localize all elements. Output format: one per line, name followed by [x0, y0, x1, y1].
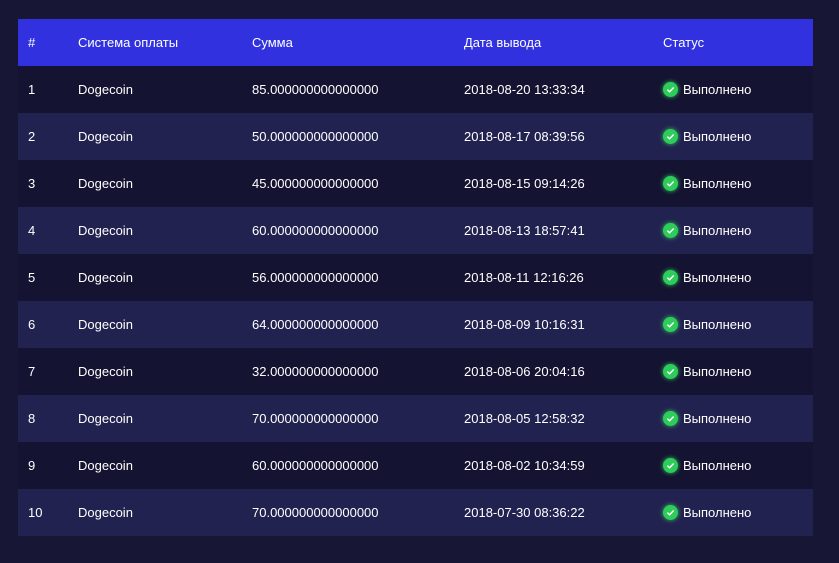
table-row: 2 Dogecoin 50.000000000000000 2018-08-17… — [18, 113, 813, 160]
withdraw-date: 2018-08-09 10:16:31 — [464, 301, 663, 348]
withdraw-date: 2018-08-11 12:16:26 — [464, 254, 663, 301]
table-row: 4 Dogecoin 60.000000000000000 2018-08-13… — [18, 207, 813, 254]
status-text: Выполнено — [683, 129, 752, 144]
amount: 32.000000000000000 — [252, 348, 464, 395]
withdraw-date: 2018-08-05 12:58:32 — [464, 395, 663, 442]
withdraw-date: 2018-08-17 08:39:56 — [464, 113, 663, 160]
check-circle-icon — [663, 317, 678, 332]
table-row: 9 Dogecoin 60.000000000000000 2018-08-02… — [18, 442, 813, 489]
check-circle-icon — [663, 411, 678, 426]
col-amount: Сумма — [252, 19, 464, 66]
amount: 70.000000000000000 — [252, 395, 464, 442]
check-circle-icon — [663, 458, 678, 473]
status-cell: Выполнено — [663, 160, 813, 207]
table-row: 3 Dogecoin 45.000000000000000 2018-08-15… — [18, 160, 813, 207]
withdraw-date: 2018-08-15 09:14:26 — [464, 160, 663, 207]
row-number: 7 — [18, 348, 78, 395]
col-number: # — [18, 19, 78, 66]
status-cell: Выполнено — [663, 442, 813, 489]
withdraw-date: 2018-08-06 20:04:16 — [464, 348, 663, 395]
status-cell: Выполнено — [663, 395, 813, 442]
payment-system: Dogecoin — [78, 442, 252, 489]
status-text: Выполнено — [683, 411, 752, 426]
table-row: 10 Dogecoin 70.000000000000000 2018-07-3… — [18, 489, 813, 536]
status-text: Выполнено — [683, 82, 752, 97]
status-cell: Выполнено — [663, 254, 813, 301]
check-circle-icon — [663, 129, 678, 144]
status-badge: Выполнено — [663, 270, 751, 285]
status-badge: Выполнено — [663, 505, 751, 520]
amount: 70.000000000000000 — [252, 489, 464, 536]
status-text: Выполнено — [683, 505, 752, 520]
table-row: 1 Dogecoin 85.000000000000000 2018-08-20… — [18, 66, 813, 113]
check-circle-icon — [663, 505, 678, 520]
check-circle-icon — [663, 270, 678, 285]
col-date: Дата вывода — [464, 19, 663, 66]
payment-system: Dogecoin — [78, 207, 252, 254]
row-number: 2 — [18, 113, 78, 160]
status-text: Выполнено — [683, 364, 752, 379]
check-circle-icon — [663, 176, 678, 191]
status-cell: Выполнено — [663, 348, 813, 395]
table-row: 6 Dogecoin 64.000000000000000 2018-08-09… — [18, 301, 813, 348]
status-badge: Выполнено — [663, 129, 751, 144]
payment-system: Dogecoin — [78, 348, 252, 395]
check-circle-icon — [663, 223, 678, 238]
amount: 85.000000000000000 — [252, 66, 464, 113]
status-badge: Выполнено — [663, 364, 751, 379]
status-cell: Выполнено — [663, 66, 813, 113]
col-status: Статус — [663, 19, 813, 66]
withdrawals-table: # Система оплаты Сумма Дата вывода Стату… — [18, 19, 813, 536]
row-number: 9 — [18, 442, 78, 489]
withdraw-date: 2018-08-20 13:33:34 — [464, 66, 663, 113]
withdraw-date: 2018-07-30 08:36:22 — [464, 489, 663, 536]
status-text: Выполнено — [683, 270, 752, 285]
col-system: Система оплаты — [78, 19, 252, 66]
status-badge: Выполнено — [663, 458, 751, 473]
table-row: 8 Dogecoin 70.000000000000000 2018-08-05… — [18, 395, 813, 442]
row-number: 5 — [18, 254, 78, 301]
status-badge: Выполнено — [663, 223, 751, 238]
amount: 64.000000000000000 — [252, 301, 464, 348]
payment-system: Dogecoin — [78, 301, 252, 348]
status-badge: Выполнено — [663, 317, 751, 332]
status-badge: Выполнено — [663, 82, 751, 97]
payment-system: Dogecoin — [78, 489, 252, 536]
table-header: # Система оплаты Сумма Дата вывода Стату… — [18, 19, 813, 66]
row-number: 6 — [18, 301, 78, 348]
amount: 50.000000000000000 — [252, 113, 464, 160]
status-text: Выполнено — [683, 317, 752, 332]
amount: 60.000000000000000 — [252, 207, 464, 254]
amount: 60.000000000000000 — [252, 442, 464, 489]
status-cell: Выполнено — [663, 113, 813, 160]
row-number: 1 — [18, 66, 78, 113]
check-circle-icon — [663, 82, 678, 97]
amount: 45.000000000000000 — [252, 160, 464, 207]
payment-system: Dogecoin — [78, 395, 252, 442]
payment-system: Dogecoin — [78, 66, 252, 113]
status-badge: Выполнено — [663, 176, 751, 191]
payment-system: Dogecoin — [78, 160, 252, 207]
row-number: 8 — [18, 395, 78, 442]
check-circle-icon — [663, 364, 678, 379]
status-text: Выполнено — [683, 223, 752, 238]
table-row: 7 Dogecoin 32.000000000000000 2018-08-06… — [18, 348, 813, 395]
status-badge: Выполнено — [663, 411, 751, 426]
status-cell: Выполнено — [663, 489, 813, 536]
status-text: Выполнено — [683, 458, 752, 473]
payment-system: Dogecoin — [78, 113, 252, 160]
table-row: 5 Dogecoin 56.000000000000000 2018-08-11… — [18, 254, 813, 301]
row-number: 4 — [18, 207, 78, 254]
withdraw-date: 2018-08-13 18:57:41 — [464, 207, 663, 254]
payment-system: Dogecoin — [78, 254, 252, 301]
amount: 56.000000000000000 — [252, 254, 464, 301]
status-cell: Выполнено — [663, 207, 813, 254]
row-number: 10 — [18, 489, 78, 536]
status-text: Выполнено — [683, 176, 752, 191]
row-number: 3 — [18, 160, 78, 207]
withdraw-date: 2018-08-02 10:34:59 — [464, 442, 663, 489]
status-cell: Выполнено — [663, 301, 813, 348]
